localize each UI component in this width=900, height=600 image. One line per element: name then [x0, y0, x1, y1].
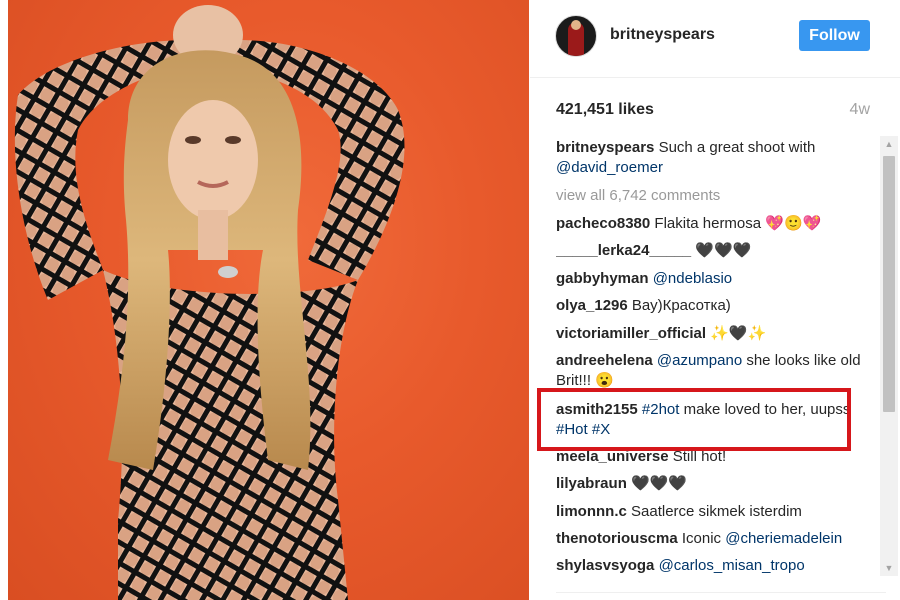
comment-user[interactable]: _____lerka24_____: [556, 242, 691, 259]
comment-mention[interactable]: @ndeblasio: [653, 270, 732, 287]
post-photo[interactable]: [8, 0, 529, 600]
post-header: britneyspears Follow: [530, 0, 900, 78]
avatar[interactable]: [555, 15, 597, 57]
comment-item: thenotoriouscma Iconic @cheriemadelein: [556, 529, 876, 549]
comment-mention[interactable]: @azumpano: [657, 352, 742, 369]
comment-item: shylasvsyoga @carlos_misan_tropo: [556, 556, 876, 576]
comment-user[interactable]: olya_1296: [556, 297, 628, 314]
comment-user[interactable]: gabbyhyman: [556, 270, 649, 287]
view-all-comments-link[interactable]: view all 6,742 comments: [556, 186, 876, 206]
comment-user[interactable]: britneyspears: [556, 139, 654, 156]
comment-user[interactable]: andreehelena: [556, 352, 653, 369]
comment-item: olya_1296 Вау)Красотка): [556, 296, 876, 316]
comment-user[interactable]: victoriamiller_official: [556, 325, 706, 342]
comment-text: Вау)Красотка): [631, 297, 731, 314]
comment-user[interactable]: thenotoriouscma: [556, 530, 678, 547]
instagram-post: britneyspears Follow 421,451 likes 4w br…: [0, 0, 900, 600]
comment-user[interactable]: shylasvsyoga: [556, 557, 654, 574]
comment-text: Such a great shoot with: [658, 139, 816, 156]
comment-mention[interactable]: @cheriemadelein: [725, 530, 842, 547]
comment-item: gabbyhyman @ndeblasio: [556, 269, 876, 289]
comment-item: _____lerka24_____ 🖤🖤🖤: [556, 241, 876, 261]
likes-count[interactable]: 421,451 likes: [556, 101, 654, 119]
username-link[interactable]: britneyspears: [610, 26, 715, 44]
comment-text: Saatlerce sikmek isterdim: [631, 503, 802, 520]
post-details-panel: britneyspears Follow 421,451 likes 4w br…: [530, 0, 900, 600]
follow-button[interactable]: Follow: [799, 20, 870, 51]
comment-user[interactable]: lilyabraun: [556, 475, 627, 492]
comment-item: andreehelena @azumpano she looks like ol…: [556, 351, 876, 391]
scroll-thumb[interactable]: [883, 156, 895, 412]
scroll-up-arrow-icon[interactable]: ▲: [880, 136, 898, 152]
comment-item: victoriamiller_official ✨🖤✨: [556, 324, 876, 344]
comments-scrollbar[interactable]: ▲ ▼: [880, 136, 898, 576]
comment-text: ✨🖤✨: [710, 325, 767, 342]
caption: britneyspears Such a great shoot with @d…: [556, 138, 876, 178]
divider: [556, 592, 886, 593]
comment-item: pacheco8380 Flakita hermosa 💖🙂💖: [556, 214, 876, 234]
comments-list: britneyspears Such a great shoot with @d…: [556, 136, 876, 580]
comment-mention[interactable]: @carlos_misan_tropo: [659, 557, 805, 574]
scroll-down-arrow-icon[interactable]: ▼: [880, 560, 898, 576]
post-age[interactable]: 4w: [850, 101, 870, 119]
comment-text: 🖤🖤🖤: [631, 475, 688, 492]
comment-text: Flakita hermosa 💖🙂💖: [654, 215, 822, 232]
comment-user[interactable]: pacheco8380: [556, 215, 650, 232]
comment-item: lilyabraun 🖤🖤🖤: [556, 474, 876, 494]
comment-text: 🖤🖤🖤: [695, 242, 752, 259]
comment-mention[interactable]: @david_roemer: [556, 159, 663, 176]
comment-text: Iconic: [681, 530, 722, 547]
comment-item: limonnn.c Saatlerce sikmek isterdim: [556, 502, 876, 522]
comment-user[interactable]: limonnn.c: [556, 503, 627, 520]
highlight-annotation-box: [537, 388, 851, 451]
